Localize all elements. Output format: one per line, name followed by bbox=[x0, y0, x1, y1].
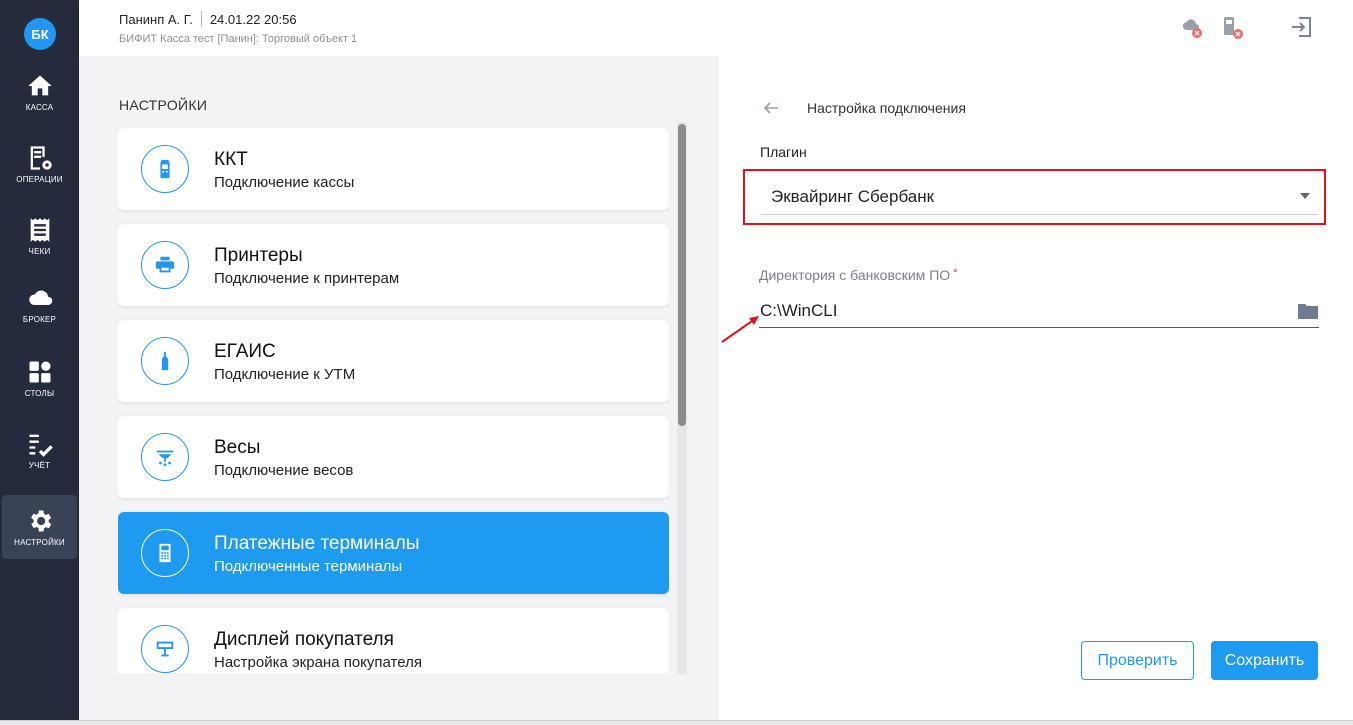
card-scales[interactable]: Весы Подключение весов bbox=[118, 416, 669, 498]
directory-label-text: Директория с банковским ПО bbox=[759, 267, 951, 283]
card-subtitle: Подключенные терминалы bbox=[214, 558, 403, 575]
cloud-status-icon[interactable] bbox=[1176, 12, 1206, 42]
back-arrow-icon[interactable] bbox=[761, 98, 781, 118]
nav-label: СТОЛЫ bbox=[24, 389, 55, 398]
directory-input-value: C:\WinCLI bbox=[760, 301, 838, 320]
card-title: Платежные терминалы bbox=[214, 533, 420, 554]
receipt-icon bbox=[30, 218, 49, 242]
scales-icon bbox=[141, 433, 189, 481]
panel-title: Настройка подключения bbox=[807, 100, 966, 116]
settings-list-panel: НАСТРОЙКИ ККТ Подключение кассы Принтеры… bbox=[79, 56, 719, 720]
connection-settings-panel: Настройка подключения Плагин Эквайринг С… bbox=[719, 56, 1353, 720]
printer-icon bbox=[141, 241, 189, 289]
home-icon bbox=[27, 75, 52, 96]
plugin-select-value: Эквайринг Сбербанк bbox=[771, 187, 935, 206]
card-printers[interactable]: Принтеры Подключение к принтерам bbox=[118, 224, 669, 306]
check-button[interactable]: Проверить bbox=[1081, 641, 1194, 680]
card-subtitle: Подключение весов bbox=[214, 462, 354, 479]
nav-item-broker[interactable]: БРОКЕР bbox=[2, 272, 77, 336]
card-payment-terminals[interactable]: Платежные терминалы Подключенные термина… bbox=[118, 512, 669, 594]
operations-icon bbox=[30, 146, 52, 170]
checklist-icon bbox=[29, 434, 53, 457]
card-title: ЕГАИС bbox=[214, 341, 276, 362]
kkt-icon bbox=[141, 145, 189, 193]
kkt-status-icon[interactable] bbox=[1217, 12, 1247, 42]
user-info: Панинп А. Г. 24.01.22 20:56 bbox=[119, 11, 297, 27]
display-icon bbox=[141, 625, 189, 673]
directory-label: Директория с банковским ПО * bbox=[759, 267, 957, 283]
store-subtitle: БИФИТ Касса тест [Панин]: Торговый объек… bbox=[119, 33, 358, 45]
nav-item-kassa[interactable]: КАССА bbox=[2, 60, 77, 124]
top-header: Панинп А. Г. 24.01.22 20:56 БИФИТ Касса … bbox=[79, 0, 1353, 56]
plugin-label: Плагин bbox=[760, 144, 807, 160]
plugin-highlight-box: Эквайринг Сбербанк bbox=[743, 169, 1326, 225]
bottom-edge bbox=[0, 720, 1353, 725]
card-subtitle: Настройка экрана покупателя bbox=[214, 654, 422, 671]
nav-item-settings[interactable]: НАСТРОЙКИ bbox=[2, 495, 77, 559]
cloud-icon bbox=[28, 290, 52, 305]
card-subtitle: Подключение к принтерам bbox=[214, 270, 400, 287]
user-name: Панинп А. Г. bbox=[119, 11, 193, 27]
card-customer-display[interactable]: Дисплей покупателя Настройка экрана поку… bbox=[118, 608, 669, 673]
nav-item-accounting[interactable]: УЧЁТ bbox=[2, 418, 77, 482]
card-title: ККТ bbox=[214, 149, 248, 170]
header-divider bbox=[200, 11, 202, 27]
card-subtitle: Подключение к УТМ bbox=[214, 366, 356, 383]
directory-input[interactable]: C:\WinCLI bbox=[759, 296, 1319, 328]
save-button[interactable]: Сохранить bbox=[1211, 641, 1318, 680]
tables-icon bbox=[29, 361, 50, 383]
settings-scrollbar[interactable] bbox=[677, 122, 687, 674]
folder-icon[interactable] bbox=[1297, 301, 1319, 321]
nav-item-receipts[interactable]: ЧЕКИ bbox=[2, 204, 77, 268]
card-title: Принтеры bbox=[214, 245, 303, 266]
nav-label: ЧЕКИ bbox=[28, 247, 51, 256]
nav-label: КАССА bbox=[25, 103, 54, 112]
card-subtitle: Подключение кассы bbox=[214, 174, 355, 191]
terminal-icon bbox=[141, 529, 189, 577]
nav-label: ОПЕРАЦИИ bbox=[16, 175, 63, 184]
nav-label: УЧЁТ bbox=[28, 461, 51, 470]
section-title: НАСТРОЙКИ bbox=[119, 97, 208, 113]
card-title: Весы bbox=[214, 437, 261, 458]
gear-icon bbox=[30, 510, 51, 532]
card-kkt[interactable]: ККТ Подключение кассы bbox=[118, 128, 669, 210]
nav-label: НАСТРОЙКИ bbox=[14, 538, 65, 547]
bottle-icon bbox=[141, 337, 189, 385]
settings-cards: ККТ Подключение кассы Принтеры Подключен… bbox=[118, 128, 669, 673]
nav-item-tables[interactable]: СТОЛЫ bbox=[2, 346, 77, 410]
logout-icon[interactable] bbox=[1287, 12, 1317, 42]
plugin-select[interactable]: Эквайринг Сбербанк bbox=[761, 178, 1318, 215]
nav-label: БРОКЕР bbox=[22, 315, 57, 324]
sidebar: БК КАССА ОПЕРАЦИИ ЧЕКИ БРОКЕР СТОЛЫ УЧЁТ… bbox=[0, 0, 79, 725]
chevron-down-icon bbox=[1300, 193, 1310, 199]
red-arrow-annotation bbox=[721, 316, 759, 343]
card-egais[interactable]: ЕГАИС Подключение к УТМ bbox=[118, 320, 669, 402]
app-logo: БК bbox=[24, 18, 56, 50]
required-mark: * bbox=[953, 267, 958, 279]
scrollbar-thumb[interactable] bbox=[678, 124, 686, 426]
card-title: Дисплей покупателя bbox=[214, 629, 394, 650]
header-datetime: 24.01.22 20:56 bbox=[209, 11, 297, 27]
nav-item-operations[interactable]: ОПЕРАЦИИ bbox=[2, 132, 77, 196]
